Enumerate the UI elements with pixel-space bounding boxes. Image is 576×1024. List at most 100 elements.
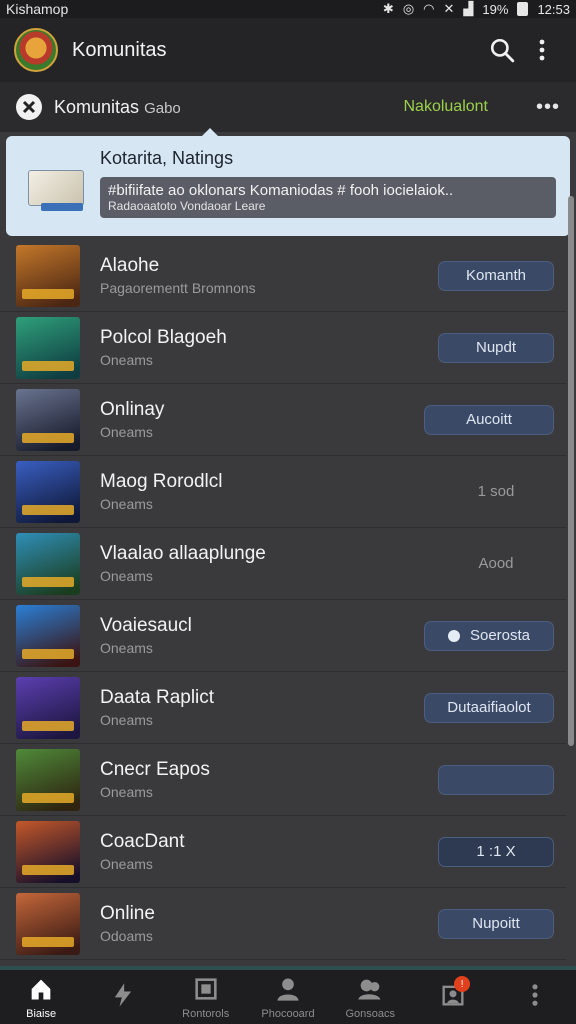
lightning-icon — [109, 981, 137, 1014]
list-item-action-button[interactable]: Soerosta — [424, 620, 554, 651]
list-item-action-button[interactable]: Aucoitt — [424, 404, 554, 435]
status-dot-icon — [447, 629, 460, 642]
list-item-title: Polcol Blagoeh — [100, 327, 227, 348]
list-item[interactable]: Voaiesaucl Oneams Soerosta — [0, 600, 566, 672]
list-item[interactable]: Vlaalao allaaplunge Oneams Aood — [0, 528, 566, 600]
game-thumbnail[interactable] — [16, 316, 80, 379]
tooltip-message: #bifiifate ao oklonars Komaniodas # fooh… — [100, 177, 556, 218]
search-button[interactable] — [482, 30, 522, 70]
list-item-action-button[interactable]: Komanth — [438, 260, 554, 291]
list-item-subtitle: Odoams — [100, 928, 153, 944]
list-item-title: Voaiesaucl — [100, 615, 192, 636]
game-thumbnail[interactable] — [16, 820, 80, 883]
notification-badge: ! — [454, 976, 471, 992]
list-item[interactable]: Onlinay Oneams Aucoitt — [0, 384, 566, 456]
list-item-action-button[interactable] — [438, 764, 554, 795]
list-item-title: Cnecr Eapos — [100, 759, 210, 780]
more-vertical-icon — [539, 39, 545, 61]
list-item-action-button[interactable]: Dutaaifiaolot — [424, 692, 554, 723]
list-item-text: Maog Rorodlcl Oneams — [100, 471, 438, 512]
nav-item-label: Gonsoacs — [345, 1007, 396, 1020]
person-icon — [274, 975, 302, 1008]
list-item-subtitle: Oneams — [100, 856, 153, 872]
info-tooltip[interactable]: Kotarita, Natings #bifiifate ao oklonars… — [6, 128, 570, 236]
home-icon — [27, 975, 55, 1008]
list-item-action-label: 1 :1 X — [476, 843, 516, 860]
list-item-action-label: Soerosta — [469, 627, 531, 644]
list-item[interactable]: Polcol Blagoeh Oneams Nupdt — [0, 312, 566, 384]
overflow-menu-button[interactable] — [522, 30, 562, 70]
scrollbar[interactable] — [568, 196, 574, 746]
nav-item-label: Phocooard — [261, 1007, 315, 1020]
tooltip-illustration-icon — [28, 170, 84, 211]
list-item-action-button[interactable]: Nupoitt — [438, 908, 554, 939]
list-item[interactable]: Maog Rorodlcl Oneams 1 sod — [0, 456, 566, 528]
list-item-subtitle: Oneams — [100, 352, 153, 368]
list-item-text: Online Odoams — [100, 903, 438, 944]
nav-item-lightning[interactable] — [82, 970, 164, 1024]
list-item-action-label: Nupdt — [475, 339, 517, 356]
list-item[interactable]: Alaohe Pagaorementt Bromnons Komanth — [0, 240, 566, 312]
list-item-action-button[interactable]: Aood — [438, 549, 554, 579]
carrier-label: Kishamop — [6, 1, 69, 17]
list-item-title: Alaohe — [100, 255, 160, 276]
tooltip-line-2: Radaoaatoto Vondaoar Leare — [108, 199, 266, 213]
nav-item-home[interactable]: Biaise — [0, 970, 82, 1024]
list-item-subtitle: Oneams — [100, 640, 153, 656]
search-icon — [490, 38, 515, 63]
wifi-icon: ◠ — [423, 1, 435, 16]
nav-item-more[interactable] — [494, 970, 576, 1024]
game-thumbnail[interactable] — [16, 532, 80, 595]
community-header: Komunitas Gabo Nakolualont ••• — [0, 82, 576, 132]
list-item-action-label: Nupoitt — [472, 915, 520, 932]
game-thumbnail[interactable] — [16, 892, 80, 955]
game-thumbnail[interactable] — [16, 604, 80, 667]
list-item-action-button[interactable]: 1 sod — [438, 477, 554, 507]
list-item-subtitle: Oneams — [100, 568, 153, 584]
more-horizontal-icon[interactable]: ••• — [536, 96, 560, 119]
list-item-action-button[interactable]: Nupdt — [438, 332, 554, 363]
community-link[interactable]: Nakolualont — [403, 98, 488, 116]
list-item[interactable]: CoacDant Oneams 1 :1 X — [0, 816, 566, 888]
list-item-action-label: Dutaaifiaolot — [447, 699, 531, 716]
list-item-subtitle: Oneams — [100, 424, 153, 440]
list-item-text: Alaohe Pagaorementt Bromnons — [100, 255, 438, 296]
app-logo[interactable] — [14, 28, 58, 72]
community-title: Komunitas Gabo — [54, 97, 403, 118]
tooltip-title: Kotarita, Natings — [100, 148, 234, 168]
game-thumbnail[interactable] — [16, 388, 80, 451]
list-item[interactable]: Online Odoams Nupoitt — [0, 888, 566, 960]
list-item-title: Daata Raplict — [100, 687, 215, 708]
nav-item-profile[interactable]: ! — [411, 970, 493, 1024]
nav-item-label: Biaise — [26, 1007, 57, 1020]
app-bar: Komunitas — [0, 18, 576, 82]
list-item-action-button[interactable]: 1 :1 X — [438, 836, 554, 867]
list-item-title: CoacDant — [100, 831, 185, 852]
nav-item-group[interactable]: Gonsoacs — [329, 970, 411, 1024]
nav-item-person[interactable]: Phocooard — [247, 970, 329, 1024]
nav-item-square[interactable]: Rontorols — [165, 970, 247, 1024]
list-item-action-label: Aucoitt — [466, 411, 512, 428]
list-item-action-label: 1 sod — [477, 483, 515, 500]
list-item-text: Voaiesaucl Oneams — [100, 615, 424, 656]
community-icon — [16, 94, 42, 120]
list-item-text: CoacDant Oneams — [100, 831, 438, 872]
page-title: Komunitas — [72, 38, 167, 61]
list-item-subtitle: Oneams — [100, 496, 153, 512]
game-thumbnail[interactable] — [16, 460, 80, 523]
list-item[interactable]: Cnecr Eapos Oneams — [0, 744, 566, 816]
bottom-navigation: Biaise Rontorols Phocooard Gonsoacs! — [0, 966, 576, 1024]
status-icons: ✱ ◎ ◠ ✕ ▟ 19% 12:53 — [383, 1, 570, 17]
list-item-title: Onlinay — [100, 399, 165, 420]
bluetooth-icon: ✱ — [382, 1, 394, 16]
list-item[interactable]: Daata Raplict Oneams Dutaaifiaolot — [0, 672, 566, 744]
list-item-subtitle: Oneams — [100, 784, 153, 800]
game-thumbnail[interactable] — [16, 244, 80, 307]
game-thumbnail[interactable] — [16, 748, 80, 811]
battery-percent: 19% — [482, 1, 509, 17]
list-item-text: Cnecr Eapos Oneams — [100, 759, 438, 800]
game-thumbnail[interactable] — [16, 676, 80, 739]
list-item-action-label: Aood — [478, 555, 514, 572]
list-item-action-label: Komanth — [465, 267, 527, 284]
list-item-text: Onlinay Oneams — [100, 399, 424, 440]
